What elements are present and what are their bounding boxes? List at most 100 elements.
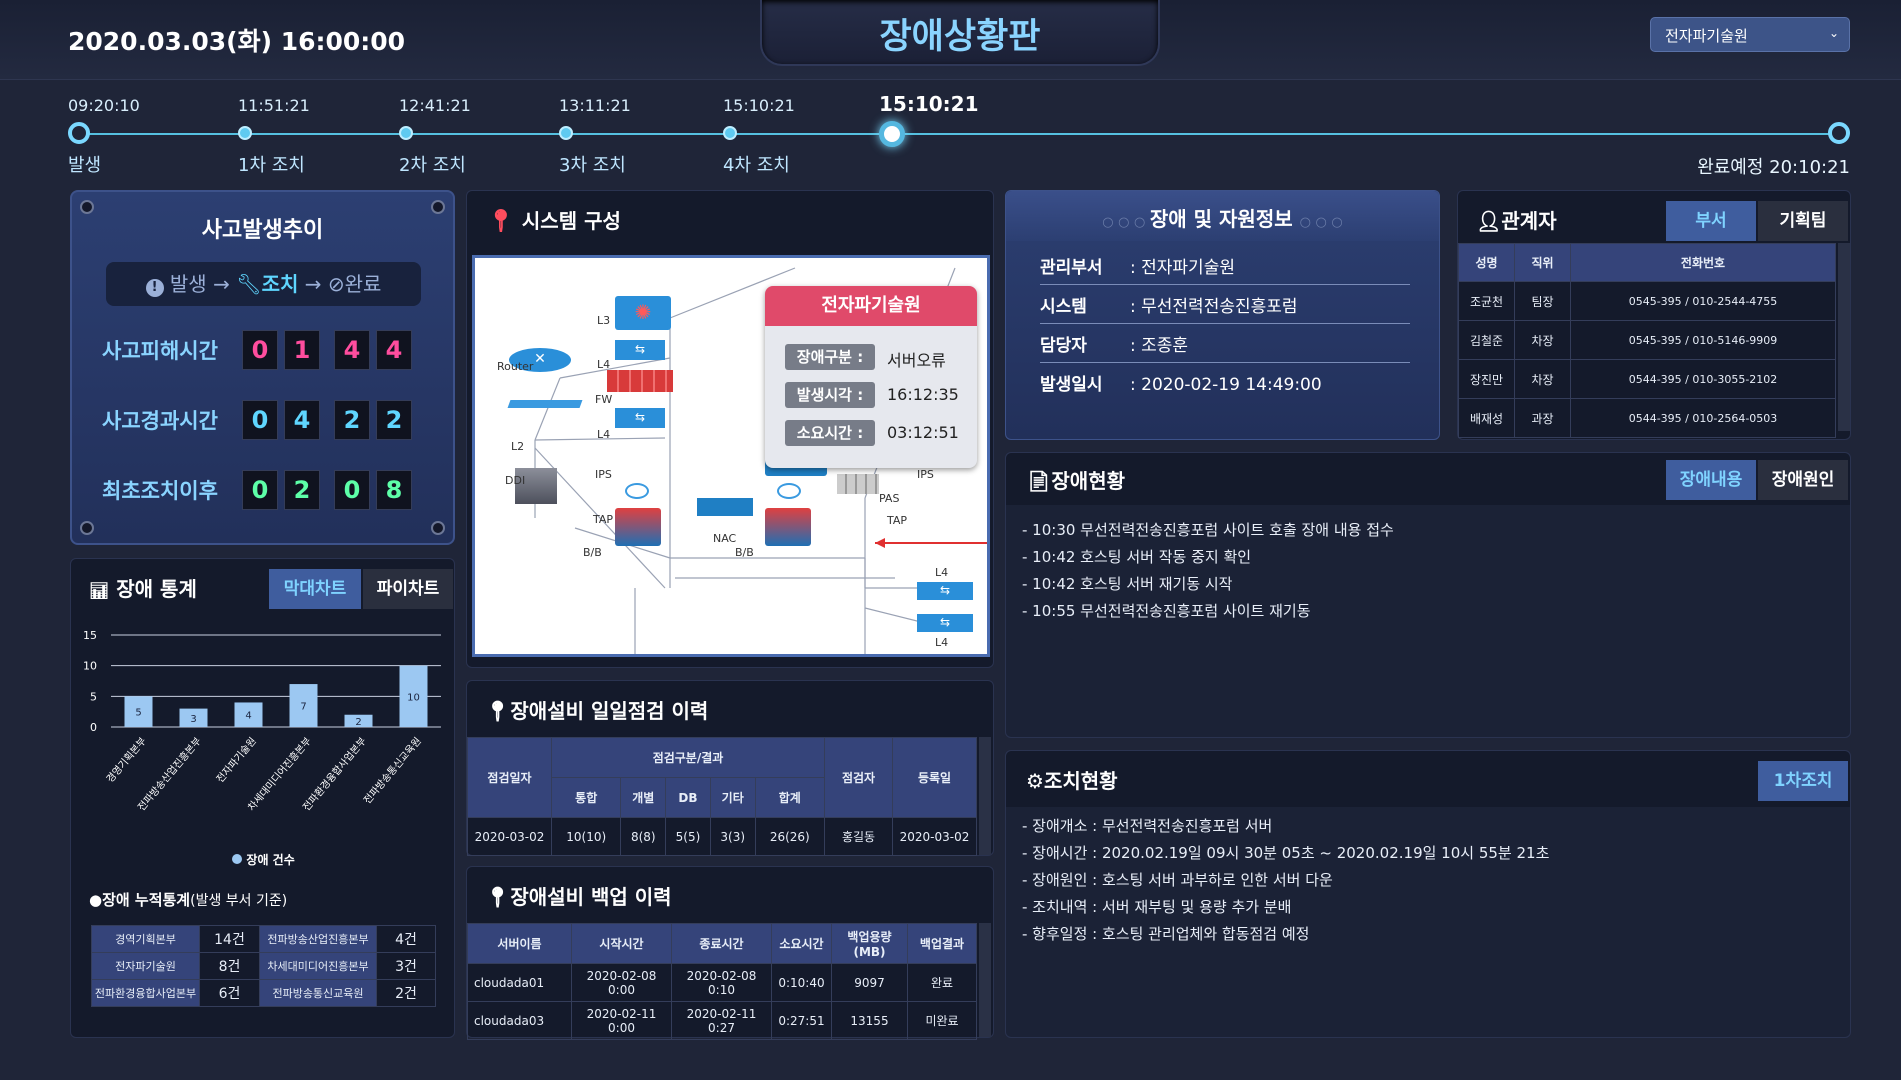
l3-switch-icon: ✺ [615, 296, 671, 330]
stats-bar-chart: 0510155경영기획본부3전파방송산업진흥본부4전자파기술원7차세대미디어진흥… [83, 629, 441, 813]
y-tick-label: 5 [90, 690, 97, 703]
table-row[interactable]: 조균천 팀장 0545-395 / 010-2544-4755 [1458, 281, 1836, 321]
list-item: - 조치내역 : 서버 재부팅 및 용량 추가 분배 [1022, 898, 1292, 916]
scrollbar[interactable] [979, 737, 991, 855]
tab-department[interactable]: 부서 [1666, 201, 1756, 241]
cumulative-title: ●장애 누적통계(발생 부서 기준) [89, 889, 287, 910]
map-pin-icon: 📍︎ [485, 699, 511, 723]
table-cell: 0544-395 / 010-2564-0503 [1570, 398, 1836, 438]
timeline-dot-0[interactable] [68, 122, 90, 144]
resource-key: 담당자 [1040, 336, 1087, 356]
resource-value: : 2020-02-19 14:49:00 [1130, 375, 1322, 395]
l4-switch-icon: ⇆ [917, 614, 973, 632]
table-cell: 차세대미디어진흥본부 [259, 952, 377, 980]
flow-step-occur: 발생 [169, 272, 207, 296]
table-row: 경역기획본부 14건 전파방송산업진흥본부 4건 [91, 925, 436, 953]
trend-row-label-damage: 사고피해시간 [102, 339, 218, 363]
y-tick-label: 0 [90, 721, 97, 734]
table-row[interactable]: 장진만 차장 0544-395 / 010-3055-2102 [1458, 359, 1836, 399]
daily-check-title: 📍︎장애설비 일일점검 이력 [485, 695, 708, 724]
diagram-label: Router [497, 360, 534, 373]
timeline-label-4: 4차 조치 [723, 155, 790, 176]
diagram-label: L2 [511, 440, 525, 453]
column-header: 개별 [620, 777, 667, 818]
table-row[interactable]: 배재성 과장 0544-395 / 010-2564-0503 [1458, 398, 1836, 438]
timeline-dot-3[interactable] [559, 126, 573, 140]
nac-icon [697, 498, 753, 516]
backbone-switch-icon [765, 508, 811, 546]
resource-value: : 조종훈 [1130, 336, 1189, 356]
table-cell: 2020-02-08 0:10 [671, 963, 772, 1002]
column-header: 기타 [709, 777, 756, 818]
column-header: 직위 [1514, 243, 1571, 282]
tab-bar-chart[interactable]: 막대차트 [269, 569, 361, 609]
chevron-down-icon: ⌄ [1828, 26, 1839, 40]
diagram-label: B/B [735, 546, 754, 559]
firewall-icon [607, 370, 673, 392]
digit: 8 [376, 470, 412, 510]
table-cell: 배재성 [1458, 398, 1515, 438]
tab-fault-content[interactable]: 장애내용 [1666, 460, 1756, 500]
backup-table: 서버이름 시작시간 종료시간 소요시간 백업용량 (MB) 백업결과 cloud… [467, 923, 977, 1040]
trend-row-label-elapsed: 사고경과시간 [102, 409, 218, 433]
table-cell: 2020-03-02 [467, 817, 552, 856]
daily-check-panel: 📍︎장애설비 일일점검 이력 점검일자 점검구분/결과 점검자 등록일 통합 개… [466, 680, 994, 856]
list-item: - 10:30 무선전력전송진흥포럼 사이트 호출 장애 내용 접수 [1022, 521, 1394, 539]
bolt-icon [431, 521, 445, 535]
popup-value: 서버오류 [887, 351, 946, 370]
timeline-time-1: 11:51:21 [238, 96, 310, 115]
category-label: 전파방송통신교육원 [361, 735, 423, 806]
table-row[interactable]: 김철준 차장 0545-395 / 010-5146-9909 [1458, 320, 1836, 360]
l4-switch-icon: ⇆ [615, 408, 665, 428]
legend-dot [232, 854, 243, 864]
table-row[interactable]: 2020-03-02 10(10) 8(8) 5(5) 3(3) 26(26) … [467, 817, 977, 856]
popup-value: 03:12:51 [887, 423, 959, 442]
table-cell: 14건 [199, 925, 260, 953]
list-item: - 장애시간 : 2020.02.19일 09시 30분 05초 ~ 2020.… [1022, 844, 1550, 862]
popup-org: 전자파기술원 [765, 286, 977, 326]
org-select-value: 전자파기술원 [1665, 27, 1748, 45]
timeline-dot-2[interactable] [399, 126, 413, 140]
resource-title-text: 장애 및 자원정보 [1149, 207, 1293, 231]
list-item: - 장애원인 : 호스팅 서버 과부하로 인한 서버 다운 [1022, 871, 1333, 889]
resource-panel: ○ ○ ○ 장애 및 자원정보 ○ ○ ○ 관리부서: 전자파기술원 시스템: … [1005, 190, 1440, 440]
dots-decoration: ○ ○ ○ [1299, 215, 1343, 230]
resource-value: : 무선전력전송진흥포럼 [1130, 297, 1298, 317]
arrow-right-icon: → [213, 272, 230, 296]
scrollbar[interactable] [979, 923, 991, 1037]
table-cell: 0:27:51 [771, 1001, 832, 1040]
table-row[interactable]: cloudada03 2020-02-11 0:00 2020-02-11 0:… [467, 1001, 977, 1040]
tab-planning-team[interactable]: 기획팀 [1758, 201, 1848, 241]
table-cell: 8건 [199, 952, 260, 980]
popup-key: 소요시간 : [785, 420, 875, 446]
tab-fault-cause[interactable]: 장애원인 [1758, 460, 1848, 500]
timeline-end-dot[interactable] [1828, 122, 1850, 144]
org-select[interactable]: 전자파기술원 ⌄ [1650, 17, 1850, 52]
table-cell: 전파방송산업진흥본부 [259, 925, 377, 953]
table-cell: 13155 [831, 1001, 908, 1040]
list-item: - 10:42 호스팅 서버 재기동 시작 [1022, 575, 1233, 593]
tab-pie-chart[interactable]: 파이차트 [363, 569, 453, 609]
diagram-label: L4 [597, 428, 611, 441]
action-header [1006, 751, 1850, 807]
resource-key: 관리부서 [1040, 258, 1103, 278]
table-cell: 0544-395 / 010-3055-2102 [1570, 359, 1836, 399]
l4-switch-icon: ⇆ [615, 340, 665, 360]
timeline-dot-4[interactable] [723, 126, 737, 140]
digit: 4 [284, 400, 320, 440]
timeline-time-0: 09:20:10 [68, 96, 140, 115]
y-tick-label: 15 [83, 629, 97, 642]
digit: 2 [334, 400, 370, 440]
timeline-current-dot[interactable] [879, 121, 905, 147]
resource-key: 시스템 [1040, 297, 1087, 317]
action-panel: ⚙︎조치현황 1차조치 - 장애개소 : 무선전력전송진흥포럼 서버 - 장애시… [1005, 750, 1851, 1038]
bar-value-label: 5 [135, 708, 141, 719]
trend-panel: 사고발생추이 ! 발생 → 🔧︎조치 → ⊘완료 사고피해시간 0 1 4 4 … [70, 190, 455, 545]
table-header-row: 점검일자 점검구분/결과 점검자 등록일 [467, 737, 977, 818]
timeline-dot-1[interactable] [238, 126, 252, 140]
tab-first-action[interactable]: 1차조치 [1758, 761, 1848, 801]
table-row: 전파환경융합사업본부 6건 전파방송통신교육원 2건 [91, 979, 436, 1007]
table-row[interactable]: cloudada01 2020-02-08 0:00 2020-02-08 0:… [467, 963, 977, 1002]
column-header: 점검자 [824, 737, 893, 818]
scrollbar[interactable] [1838, 243, 1850, 431]
